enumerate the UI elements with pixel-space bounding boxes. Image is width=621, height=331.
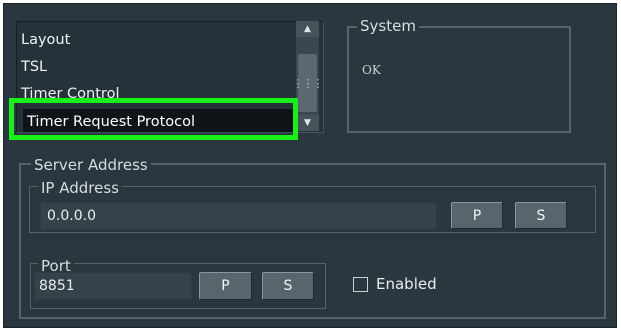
system-group [347, 26, 571, 133]
system-status: OK [362, 63, 381, 77]
list-item-timer-control[interactable]: Timer Control [21, 83, 119, 105]
ip-primary-button[interactable]: P [451, 202, 503, 229]
system-group-title: System [357, 17, 419, 35]
port-secondary-button[interactable]: S [262, 272, 314, 300]
category-list[interactable]: Layout TSL Timer Control Timer Request P… [16, 21, 324, 133]
list-item-timer-request-protocol[interactable]: Timer Request Protocol [23, 109, 293, 132]
ip-address-title: IP Address [38, 179, 122, 197]
ip-secondary-button[interactable]: S [515, 202, 567, 229]
scroll-up-icon[interactable]: ▲ [296, 21, 319, 37]
list-item-tsl[interactable]: TSL [21, 56, 47, 78]
enabled-checkbox[interactable] [353, 277, 368, 292]
ip-address-field[interactable]: 0.0.0.0 [40, 202, 437, 230]
scroll-down-icon[interactable]: ▼ [296, 115, 319, 131]
port-field[interactable]: 8851 [34, 272, 192, 300]
server-address-title: Server Address [31, 156, 151, 174]
list-scrollbar[interactable]: ▲ ⋮⋮⋮ ▼ [293, 21, 324, 131]
scroll-thumb[interactable]: ⋮⋮⋮ [293, 54, 324, 112]
port-primary-button[interactable]: P [199, 272, 252, 300]
list-item-layout[interactable]: Layout [21, 29, 70, 51]
enabled-label: Enabled [376, 275, 437, 293]
